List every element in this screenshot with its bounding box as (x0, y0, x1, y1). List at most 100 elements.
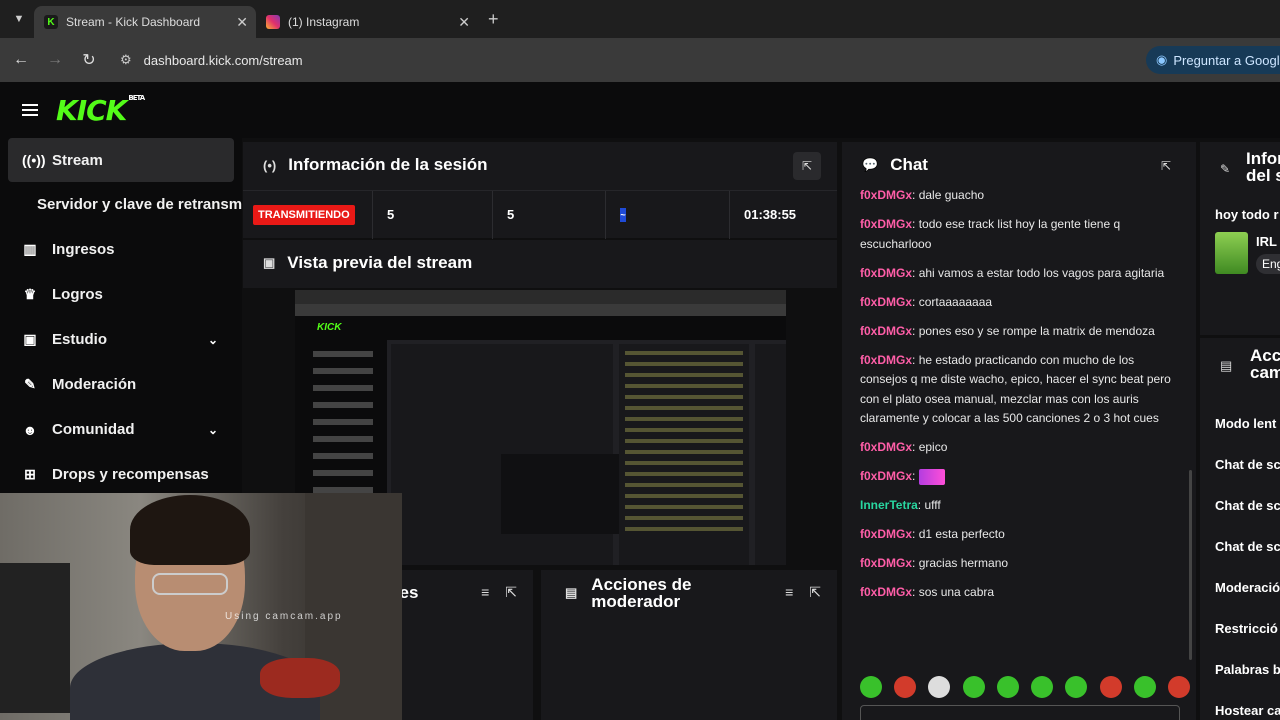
sidebar-item-ingresos[interactable]: ▥ Ingresos (0, 227, 242, 272)
language-tag: Eng (1256, 254, 1280, 274)
close-tab-icon[interactable]: ✕ (236, 14, 248, 31)
chat-message: f0xDMGx: d1 esta perfecto (860, 527, 1005, 541)
chat-message: f0xDMGx: cortaaaaaaaa (860, 294, 993, 309)
followers-stat: 5 (493, 190, 606, 239)
action-moderation[interactable]: Moderació (1200, 567, 1280, 608)
panel-title: Acc cam (1250, 346, 1280, 382)
chat-username[interactable]: f0xDMGx (860, 556, 912, 570)
action-host-channel[interactable]: Hostear ca (1200, 690, 1280, 720)
chat-username[interactable]: f0xDMGx (860, 295, 912, 309)
emote-icon[interactable] (962, 676, 985, 698)
chat-username[interactable]: f0xDMGx (860, 440, 912, 454)
chat-message: f0xDMGx: todo ese track list hoy la gent… (860, 217, 1121, 251)
url-field[interactable]: ⚙ dashboard.kick.com/stream (114, 44, 1114, 76)
ask-google-label: Preguntar a Google (1173, 52, 1280, 68)
kick-header: KICK BETA (0, 82, 1280, 138)
sidebar-item-drops[interactable]: ⊞ Drops y recompensas (0, 452, 242, 497)
emote-icon[interactable] (1065, 676, 1088, 698)
tab-title: Stream - Kick Dashboard (66, 15, 201, 29)
emote-icon (918, 468, 945, 485)
chat-username[interactable]: f0xDMGx (860, 527, 912, 541)
sidebar-item-logros[interactable]: ♛ Logros (0, 272, 242, 317)
chat-username[interactable]: f0xDMGx (860, 585, 912, 599)
popout-icon[interactable]: ⇱ (505, 584, 517, 601)
live-status: TRANSMITIENDO (243, 190, 373, 239)
popout-icon[interactable]: ⇱ (809, 584, 821, 601)
action-restrictions[interactable]: Restricció (1200, 608, 1280, 649)
chat-message: f0xDMGx: dale guacho (860, 188, 985, 202)
sidebar-item-server-key[interactable]: Servidor y clave de retransmisión (0, 182, 242, 227)
chat-username[interactable]: InnerTetra (860, 498, 918, 512)
reload-icon[interactable]: ↻ (72, 50, 106, 70)
duration-stat: 01:38:55 (744, 207, 797, 222)
sidebar-item-label: Drops y recompensas (52, 466, 209, 483)
kick-logo[interactable]: KICK BETA (56, 94, 145, 127)
action-chat-mode-1[interactable]: Chat de sc (1200, 444, 1280, 485)
google-lens-icon: ◉ (1156, 52, 1168, 67)
chat-text: d1 esta perfecto (918, 527, 1005, 541)
chat-message: f0xDMGx: gracias hermano (860, 556, 1009, 570)
stream-preview-panel: ▣ Vista previa del stream (243, 240, 837, 288)
panel-title: Información de la sesión (288, 155, 488, 174)
mod-actions-panel: ▤ Acciones de moderador ≡ ⇱ (541, 570, 837, 720)
sidebar-item-moderacion[interactable]: ✎ Moderación (0, 362, 242, 407)
tab-instagram[interactable]: (1) Instagram ✕ (256, 6, 478, 38)
chevron-down-icon[interactable]: ⌄ (208, 333, 218, 347)
chat-message: f0xDMGx: epico (860, 440, 948, 454)
emote-icon[interactable] (894, 676, 917, 698)
emote-icon[interactable] (1099, 676, 1122, 698)
action-chat-mode-2[interactable]: Chat de sc (1200, 485, 1280, 526)
chat-username[interactable]: f0xDMGx (860, 266, 912, 280)
sidebar-item-stream[interactable]: ((•)) Stream (8, 138, 234, 182)
ask-google-button[interactable]: ◉ Preguntar a Google (1146, 46, 1280, 74)
chat-username[interactable]: f0xDMGx (860, 469, 912, 483)
chat-scrollbar[interactable] (1189, 470, 1192, 660)
emote-icon[interactable] (860, 676, 882, 698)
webcam-overlay: Using camcam.app (0, 493, 402, 720)
popout-icon[interactable]: ⇱ (1152, 152, 1180, 180)
popout-icon[interactable]: ⇱ (793, 152, 821, 180)
chat-username[interactable]: f0xDMGx (860, 188, 912, 202)
emote-icon[interactable] (1167, 676, 1190, 698)
emote-icon[interactable] (996, 676, 1019, 698)
panel-title: Acciones de moderador (591, 575, 692, 611)
chat-username[interactable]: f0xDMGx (860, 324, 912, 338)
tab-search-chevron-icon[interactable]: ▼ (4, 4, 34, 34)
chat-username[interactable]: f0xDMGx (860, 217, 912, 231)
chat-message: f0xDMGx: he estado practicando con mucho… (860, 352, 1171, 426)
action-blocked-words[interactable]: Palabras b (1200, 649, 1280, 690)
sidebar-item-label: Logros (52, 286, 103, 303)
session-stats-row: TRANSMITIENDO 5 5 ~ 01:38:55 (243, 190, 837, 239)
sidebar-item-comunidad[interactable]: ☻ Comunidad ⌄ (0, 407, 242, 452)
chat-text: epico (918, 440, 948, 454)
filter-icon[interactable]: ≡ (785, 584, 793, 601)
menu-icon[interactable] (22, 101, 38, 119)
tab-kick-dashboard[interactable]: K Stream - Kick Dashboard ✕ (34, 6, 256, 38)
forward-icon[interactable]: → (38, 51, 72, 69)
close-tab-icon[interactable]: ✕ (458, 14, 470, 31)
back-icon[interactable]: ← (4, 51, 38, 69)
broadcast-icon: ((•)) (22, 152, 46, 168)
chat-input[interactable] (860, 705, 1180, 720)
emote-icon[interactable] (1133, 676, 1156, 698)
stream-info-panel: ✎ Infordel s hoy todo r IRL Eng (1200, 142, 1280, 335)
new-tab-icon[interactable]: + (488, 9, 499, 30)
viewers-stat: 5 (373, 190, 493, 239)
chevron-down-icon[interactable]: ⌄ (208, 423, 218, 437)
site-settings-icon[interactable]: ⚙ (120, 52, 132, 68)
action-chat-mode-3[interactable]: Chat de sc (1200, 526, 1280, 567)
browser-tab-bar: ▼ K Stream - Kick Dashboard ✕ (1) Instag… (0, 0, 1280, 38)
filter-icon[interactable]: ≡ (481, 584, 489, 601)
emote-icon[interactable] (1031, 676, 1054, 698)
category-thumbnail (1215, 232, 1248, 274)
chat-message: f0xDMGx: pones eso y se rompe la matrix … (860, 323, 1155, 338)
sidebar-item-estudio[interactable]: ▣ Estudio ⌄ (0, 317, 242, 362)
action-slow-mode[interactable]: Modo lent (1200, 403, 1280, 444)
stat-indicator-value: ~ (620, 207, 626, 222)
panel-title: Chat (890, 155, 928, 174)
edit-icon[interactable]: ✎ (1220, 162, 1230, 176)
stat-indicator: ~ (606, 190, 730, 239)
chat-icon: 💬 (862, 157, 879, 172)
chat-username[interactable]: f0xDMGx (860, 353, 912, 367)
emote-icon[interactable] (928, 676, 951, 698)
